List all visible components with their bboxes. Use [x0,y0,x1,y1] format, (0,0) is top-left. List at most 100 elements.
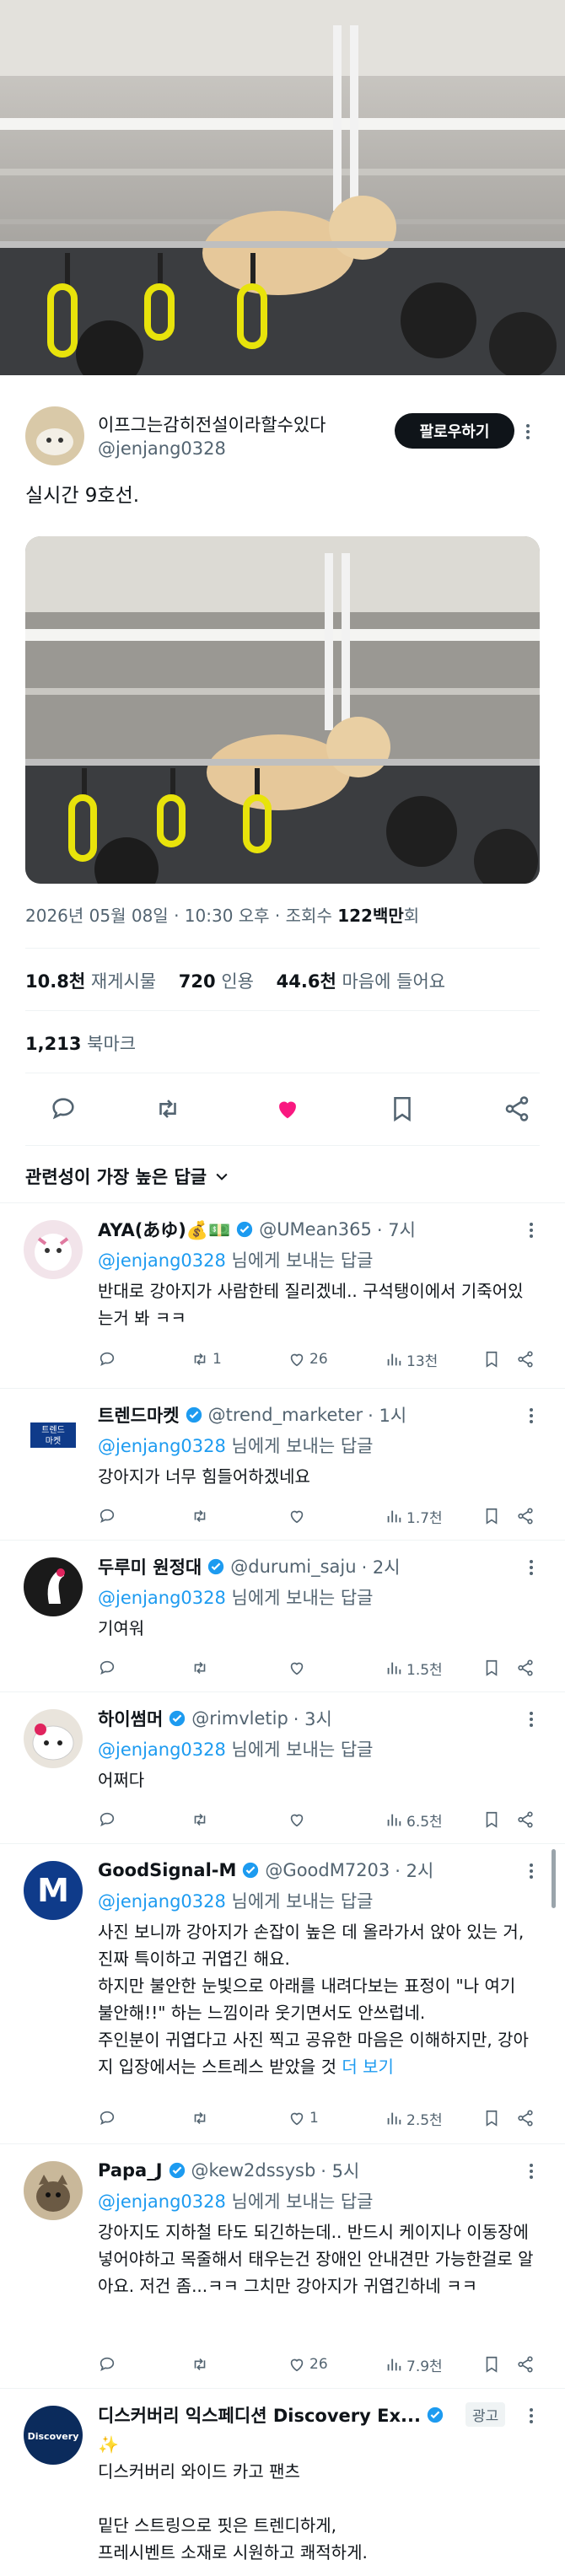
reply-icon[interactable] [98,2352,116,2377]
share-icon[interactable] [516,1503,535,1529]
share-icon[interactable] [516,1807,535,1832]
reply-avatar[interactable] [24,2161,83,2220]
views-icon[interactable]: 7.9천 [385,2352,443,2377]
reply-avatar[interactable] [24,1557,83,1616]
show-more-link[interactable]: 더 보기 [342,2057,394,2077]
author-avatar[interactable] [25,406,84,465]
share-icon[interactable] [503,1094,531,1123]
retweet-icon[interactable] [191,1655,209,1681]
views-icon[interactable]: 1.7천 [385,1503,443,1529]
share-icon[interactable] [516,1655,535,1681]
reply-handle[interactable]: @rimvletip [191,1708,288,1729]
author-name[interactable]: 이프그는감히전설이라할수있다 [98,411,326,437]
reply-handle[interactable]: @trend_marketer [208,1405,363,1425]
share-icon[interactable] [516,1347,535,1372]
more-options-icon[interactable] [521,2406,541,2426]
reply-icon[interactable] [98,2105,116,2131]
reply-to-handle[interactable]: @jenjang0328 [98,1436,226,1456]
author-handle[interactable]: @jenjang0328 [98,438,226,459]
reply-icon[interactable] [98,1347,116,1372]
like-icon[interactable] [273,1094,302,1123]
reply-item[interactable]: AYA(あゆ)💰💵 @UMean365 · 7시 @jenjang0328 님에… [0,1202,565,1388]
header-photo[interactable] [0,0,565,375]
reply-to-handle[interactable]: @jenjang0328 [98,1250,226,1271]
reply-sort-dropdown[interactable]: 관련성이 가장 높은 답글 [25,1164,230,1189]
reply-author-name[interactable]: GoodSignal-M [98,1860,236,1880]
bookmark-icon[interactable] [482,1655,501,1681]
bookmark-icon[interactable] [482,1503,501,1529]
retweet-icon[interactable] [191,1503,209,1529]
reply-item[interactable]: 두루미 원정대 @durumi_saju · 2시 @jenjang0328 님… [0,1540,565,1691]
scrollbar-thumb[interactable] [552,1849,556,1908]
reply-avatar[interactable]: M [24,1861,83,1920]
follow-button[interactable]: 팔로우하기 [395,413,514,449]
like-icon[interactable]: 26 [288,1347,328,1372]
ad-author-name[interactable]: 디스커버리 익스페디션 Discovery Ex... [98,2402,421,2428]
bookmark-icon[interactable] [482,1347,501,1372]
reply-item[interactable]: 트렌드 마켓 트렌드마켓 @trend_marketer · 1시 @jenjan… [0,1388,565,1540]
ad-avatar[interactable]: Discovery [24,2406,83,2465]
reply-time[interactable]: · 5시 [320,2158,359,2183]
like-icon[interactable] [288,1503,306,1529]
reply-time[interactable]: · 1시 [368,1402,406,1428]
reply-icon[interactable] [98,1807,116,1832]
reply-time[interactable]: · 7시 [377,1217,416,1242]
more-options-icon[interactable] [521,1406,541,1426]
views-icon[interactable]: 13천 [385,1347,438,1372]
views-icon[interactable]: 2.5천 [385,2105,443,2131]
retweet-icon[interactable] [153,1094,182,1123]
retweet-stat[interactable]: 10.8천 재게시물 [25,971,164,992]
bookmark-icon[interactable] [482,2352,501,2377]
reply-icon[interactable] [49,1094,78,1123]
bookmark-icon[interactable] [482,2105,501,2131]
more-options-icon[interactable] [521,1709,541,1729]
retweet-icon[interactable] [191,1807,209,1832]
reply-author-name[interactable]: Papa_J [98,2160,163,2181]
more-options-icon[interactable] [521,1861,541,1881]
share-icon[interactable] [516,2352,535,2377]
like-icon[interactable]: 1 [288,2105,319,2131]
reply-item[interactable]: M GoodSignal-M @GoodM7203 · 2시 @jenjang0… [0,1843,565,2143]
reply-icon[interactable] [98,1503,116,1529]
retweet-icon[interactable] [191,2352,209,2377]
reply-to-handle[interactable]: @jenjang0328 [98,1740,226,1760]
reply-author-name[interactable]: AYA(あゆ)💰💵 [98,1217,230,1242]
more-options-icon[interactable] [521,1220,541,1240]
like-icon[interactable]: 26 [288,2352,328,2377]
reply-to-handle[interactable]: @jenjang0328 [98,1891,226,1912]
bookmark-icon[interactable] [482,1807,501,1832]
reply-avatar[interactable]: 트렌드 마켓 [24,1406,83,1465]
tweet-photo[interactable] [25,536,540,884]
bookmark-icon[interactable] [388,1094,417,1123]
retweet-icon[interactable] [191,2105,209,2131]
bookmark-stat[interactable]: 1,213 북마크 [25,1030,136,1056]
like-icon[interactable] [288,1655,306,1681]
reply-item[interactable]: 하이썸머 @rimvletip · 3시 @jenjang0328 님에게 보내… [0,1691,565,1843]
reply-item[interactable]: Papa_J @kew2dssysb · 5시 @jenjang0328 님에게… [0,2143,565,2388]
reply-avatar[interactable] [24,1220,83,1279]
reply-icon[interactable] [98,1655,116,1681]
retweet-icon[interactable]: 1 [191,1347,222,1372]
more-options-icon[interactable] [518,422,538,442]
views-icon[interactable]: 1.5천 [385,1655,443,1681]
reply-time[interactable]: · 2시 [395,1858,433,1883]
reply-time[interactable]: · 3시 [293,1706,332,1731]
reply-to-handle[interactable]: @jenjang0328 [98,2191,226,2212]
reply-avatar[interactable] [24,1709,83,1768]
views-icon[interactable]: 6.5천 [385,1807,443,1832]
reply-author-name[interactable]: 하이썸머 [98,1706,163,1731]
reply-author-name[interactable]: 트렌드마켓 [98,1402,180,1428]
reply-author-name[interactable]: 두루미 원정대 [98,1554,202,1579]
reply-handle[interactable]: @UMean365 [259,1219,372,1240]
reply-to-handle[interactable]: @jenjang0328 [98,1588,226,1608]
more-options-icon[interactable] [521,1557,541,1578]
reply-handle[interactable]: @GoodM7203 [265,1860,390,1880]
promoted-item[interactable]: Discovery 디스커버리 익스페디션 Discovery Ex... 광고… [0,2388,565,2576]
reply-handle[interactable]: @durumi_saju [230,1557,356,1577]
share-icon[interactable] [516,2105,535,2131]
reply-handle[interactable]: @kew2dssysb [191,2160,316,2181]
reply-time[interactable]: · 2시 [362,1554,401,1579]
like-stat[interactable]: 44.6천 마음에 들어요 [277,971,454,992]
quote-stat[interactable]: 720 인용 [179,971,262,992]
more-options-icon[interactable] [521,2161,541,2181]
